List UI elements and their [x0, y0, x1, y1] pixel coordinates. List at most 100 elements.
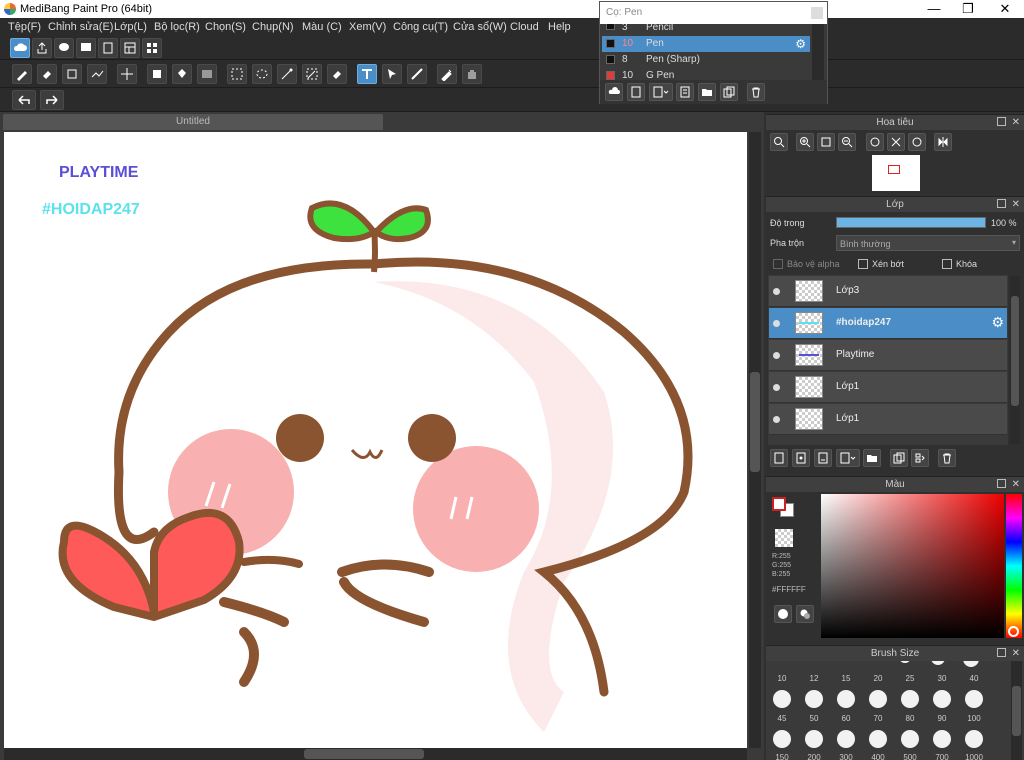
- rotate-left-icon[interactable]: [866, 133, 884, 151]
- scroll-thumb[interactable]: [304, 749, 424, 759]
- redo-icon[interactable]: [40, 90, 64, 110]
- duplicate-icon[interactable]: [720, 83, 738, 101]
- layer-row[interactable]: Lớp3: [769, 276, 1007, 307]
- brush-size-dot[interactable]: [963, 661, 979, 667]
- menu-capture[interactable]: Chụp(N): [252, 21, 294, 33]
- brush-size-dot[interactable]: [805, 730, 823, 748]
- gradient-tool-icon[interactable]: [197, 64, 217, 84]
- brush-size-dot[interactable]: [965, 730, 983, 748]
- brush-size-dot[interactable]: [931, 661, 945, 665]
- palette-icon[interactable]: [774, 605, 792, 623]
- navigator-viewport-frame[interactable]: [888, 165, 900, 174]
- brush-size-dot[interactable]: [901, 690, 919, 708]
- layer-row[interactable]: Lớp1: [769, 404, 1007, 435]
- operation-tool-icon[interactable]: [382, 64, 402, 84]
- brush-size-dot[interactable]: [933, 730, 951, 748]
- brush-size-dot[interactable]: [837, 690, 855, 708]
- color-history-icon[interactable]: [796, 605, 814, 623]
- select-pen-icon[interactable]: [302, 64, 322, 84]
- canvas[interactable]: PLAYTIME #HOIDAP247: [4, 132, 747, 748]
- new-layer-icon[interactable]: [770, 449, 788, 467]
- duplicate-layer-icon[interactable]: [890, 449, 908, 467]
- brush-size-dot[interactable]: [899, 661, 911, 663]
- cloud-button[interactable]: [10, 38, 30, 58]
- menu-cloud[interactable]: Cloud: [510, 21, 539, 33]
- close-button[interactable]: ✕: [988, 0, 1022, 18]
- brush-size-dot[interactable]: [773, 690, 791, 708]
- page-icon[interactable]: [98, 38, 118, 58]
- gear-icon[interactable]: ⚙: [991, 314, 1004, 331]
- share-button[interactable]: [32, 38, 52, 58]
- popout-icon[interactable]: [997, 199, 1006, 208]
- folder-icon[interactable]: [698, 83, 716, 101]
- select-rect-icon[interactable]: [227, 64, 247, 84]
- text-tool-icon[interactable]: [357, 64, 377, 84]
- visibility-icon[interactable]: [773, 352, 780, 359]
- rotate-right-icon[interactable]: [908, 133, 926, 151]
- eyedropper-icon[interactable]: [437, 64, 457, 84]
- menu-file[interactable]: Tệp(F): [8, 21, 41, 33]
- line-tool-icon[interactable]: [87, 64, 107, 84]
- canvas-horizontal-scrollbar[interactable]: [4, 748, 747, 760]
- scroll-thumb[interactable]: [1011, 296, 1019, 406]
- menu-view[interactable]: Xem(V): [349, 21, 386, 33]
- trash-icon[interactable]: [938, 449, 956, 467]
- brush-size-dot[interactable]: [901, 730, 919, 748]
- brush-item-pen-sharp[interactable]: 8 Pen (Sharp): [602, 52, 810, 68]
- opacity-slider[interactable]: [836, 217, 986, 228]
- blend-mode-select[interactable]: Bình thường ▾: [836, 235, 1020, 251]
- navigator-preview[interactable]: [872, 155, 920, 191]
- foreground-color-swatch[interactable]: [772, 497, 786, 511]
- layer-list-scrollbar[interactable]: [1010, 276, 1020, 444]
- protect-alpha-checkbox[interactable]: [773, 259, 783, 269]
- cloud-download-icon[interactable]: [605, 83, 623, 101]
- document-tab[interactable]: Untitled: [3, 114, 383, 130]
- lasso-tool-icon[interactable]: [252, 64, 272, 84]
- scroll-thumb[interactable]: [750, 372, 760, 472]
- zoom-out-icon[interactable]: [838, 133, 856, 151]
- grid-layout-icon[interactable]: [142, 38, 162, 58]
- maximize-button[interactable]: ❐: [951, 0, 985, 18]
- brush-size-dot[interactable]: [837, 730, 855, 748]
- clipping-checkbox[interactable]: [858, 259, 868, 269]
- magic-wand-icon[interactable]: [277, 64, 297, 84]
- canvas-vertical-scrollbar[interactable]: [749, 132, 761, 748]
- lock-checkbox[interactable]: [942, 259, 952, 269]
- menu-edit[interactable]: Chỉnh sửa(E): [48, 21, 113, 33]
- eraser-tool-icon[interactable]: [37, 64, 57, 84]
- brush-size-dot[interactable]: [869, 690, 887, 708]
- menu-tools[interactable]: Công cụ(T): [393, 21, 448, 33]
- brush-settings-icon[interactable]: [676, 83, 694, 101]
- brush-tool-icon[interactable]: [12, 64, 32, 84]
- new-brush-icon[interactable]: [627, 83, 645, 101]
- undo-icon[interactable]: [12, 90, 36, 110]
- visibility-icon[interactable]: [773, 288, 780, 295]
- brush-panel-close-button[interactable]: [811, 7, 823, 19]
- shape-tool-icon[interactable]: [62, 64, 82, 84]
- add-layer-dropdown-icon[interactable]: [836, 449, 860, 467]
- popout-icon[interactable]: [997, 648, 1006, 657]
- brush-size-dot[interactable]: [773, 730, 791, 748]
- layer-row[interactable]: Playtime: [769, 340, 1007, 371]
- menu-help[interactable]: Help: [548, 21, 571, 33]
- select-eraser-icon[interactable]: [327, 64, 347, 84]
- brush-size-dot[interactable]: [805, 690, 823, 708]
- new-halftone-layer-icon[interactable]: [792, 449, 810, 467]
- minimize-button[interactable]: —: [917, 0, 951, 18]
- visibility-icon[interactable]: [773, 416, 780, 423]
- bucket-tool-icon[interactable]: [172, 64, 192, 84]
- divide-tool-icon[interactable]: [407, 64, 427, 84]
- menu-select[interactable]: Chọn(S): [205, 21, 246, 33]
- brush-size-dot[interactable]: [933, 690, 951, 708]
- layer-row[interactable]: #hoidap247 ⚙: [769, 308, 1007, 339]
- add-brush-dropdown-icon[interactable]: [649, 83, 673, 101]
- transparent-color-swatch[interactable]: [775, 529, 793, 547]
- brush-size-dot[interactable]: [869, 730, 887, 748]
- close-icon[interactable]: ✕: [1012, 646, 1020, 662]
- brush-size-dot[interactable]: [965, 690, 983, 708]
- brush-size-scrollbar[interactable]: [1011, 661, 1022, 760]
- popout-icon[interactable]: [997, 479, 1006, 488]
- folder-icon[interactable]: [863, 449, 881, 467]
- menu-window[interactable]: Cửa sổ(W): [453, 21, 507, 33]
- hand-tool-icon[interactable]: [462, 64, 482, 84]
